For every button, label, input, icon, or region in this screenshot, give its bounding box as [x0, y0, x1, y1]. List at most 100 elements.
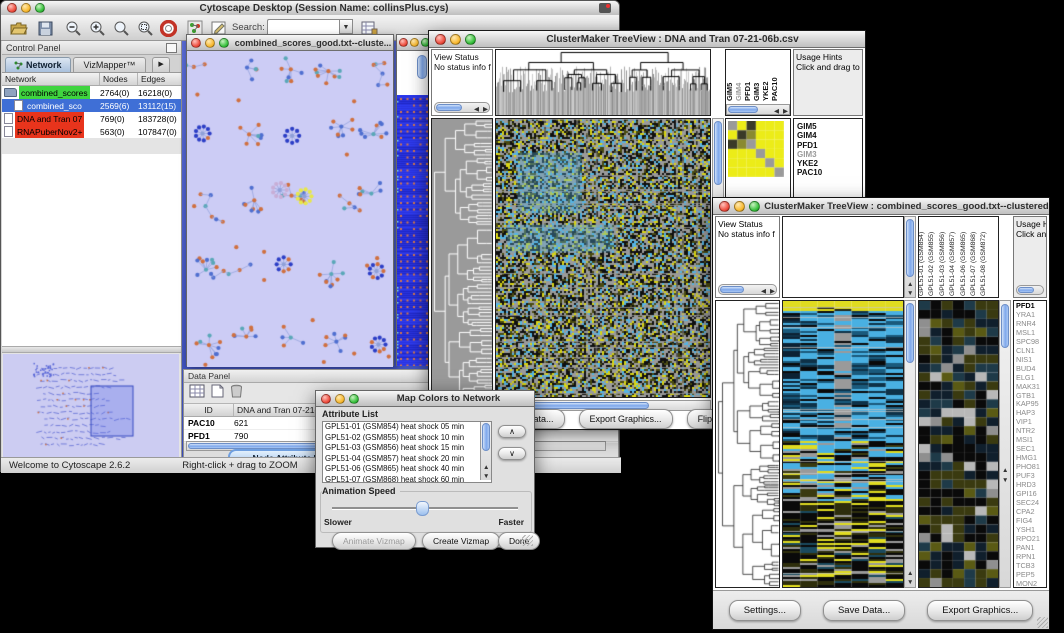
- scrollbar-thumb[interactable]: [1001, 304, 1009, 348]
- tab-network[interactable]: Network: [5, 57, 71, 72]
- move-down-button[interactable]: ∨: [498, 447, 526, 460]
- scroll-down-arrow[interactable]: ▼: [483, 473, 489, 480]
- export-graphics-button[interactable]: Export Graphics...: [927, 600, 1033, 621]
- zoom-button[interactable]: [465, 34, 476, 45]
- network-table-row[interactable]: combined_scores2764(0)16218(0): [2, 86, 181, 99]
- tab-vizmapper[interactable]: VizMapper™: [73, 57, 147, 72]
- attribute-list-item[interactable]: GPL51-06 (GSM865) heat shock 40 min: [325, 464, 491, 475]
- scroll-down-arrow[interactable]: ▼: [907, 579, 913, 586]
- network-table-row[interactable]: RNAPuberNov2+563(0)107847(0): [2, 125, 181, 138]
- attribute-list-item[interactable]: GPL51-04 (GSM857) heat shock 20 min: [325, 454, 491, 465]
- zoom-button[interactable]: [749, 201, 760, 212]
- zoom-selected-icon[interactable]: [109, 17, 133, 39]
- network-table-row[interactable]: DNA and Tran 07769(0)183728(0): [2, 112, 181, 125]
- scroll-left-arrow[interactable]: ◀: [761, 287, 766, 295]
- scrollbar-thumb[interactable]: [906, 303, 914, 363]
- network-name-cell[interactable]: combined_scores: [2, 86, 100, 99]
- close-button[interactable]: [719, 201, 730, 212]
- zoom-button[interactable]: [35, 3, 45, 13]
- scroll-left-arrow[interactable]: ◀: [774, 107, 779, 115]
- close-button[interactable]: [7, 3, 17, 13]
- speed-slider-thumb[interactable]: [416, 501, 429, 516]
- zoom-vscrollbar[interactable]: ▲ ▼: [999, 300, 1011, 588]
- scrollbar-thumb[interactable]: [1018, 287, 1034, 293]
- attribute-select-icon[interactable]: [189, 384, 205, 403]
- column-dendrogram-panel[interactable]: [495, 49, 711, 116]
- attribute-list-item[interactable]: GPL51-03 (GSM856) heat shock 15 min: [325, 443, 491, 454]
- move-up-button[interactable]: ∧: [498, 425, 526, 438]
- delete-attribute-icon[interactable]: [230, 384, 243, 403]
- scroll-right-arrow[interactable]: ▶: [483, 105, 488, 113]
- network-name-cell[interactable]: DNA and Tran 07: [2, 112, 100, 125]
- minimize-button[interactable]: [205, 38, 215, 48]
- settings-button[interactable]: Settings...: [729, 600, 801, 621]
- minimize-button[interactable]: [335, 394, 345, 404]
- search-dropdown-button[interactable]: ▼: [339, 19, 353, 34]
- hscrollbar[interactable]: ◀ ▶: [726, 104, 790, 115]
- network-name-cell[interactable]: combined_sco: [2, 99, 100, 112]
- scrollbar-thumb[interactable]: [720, 286, 744, 293]
- panel-splitter[interactable]: [2, 346, 181, 353]
- attribute-list-item[interactable]: GPL51-07 (GSM868) heat shock 60 min: [325, 475, 491, 483]
- col-header-network[interactable]: Network: [2, 73, 100, 85]
- data-col-id[interactable]: ID: [184, 404, 234, 416]
- resize-grip[interactable]: [1037, 617, 1048, 628]
- more-tabs-button[interactable]: ▶: [152, 57, 169, 72]
- global-heatmap-panel[interactable]: [495, 118, 711, 398]
- scroll-right-arrow[interactable]: ▶: [783, 107, 788, 115]
- scrollbar-thumb[interactable]: [906, 219, 914, 277]
- scrollbar-thumb[interactable]: [436, 104, 462, 111]
- scrollbar-thumb[interactable]: [714, 121, 722, 185]
- attribute-list[interactable]: GPL51-01 (GSM854) heat shock 05 minGPL51…: [322, 421, 492, 483]
- export-graphics-button[interactable]: Export Graphics...: [579, 409, 673, 429]
- scroll-up-arrow[interactable]: ▲: [483, 464, 489, 471]
- close-button[interactable]: [399, 38, 408, 47]
- save-data-button[interactable]: Save Data...: [823, 600, 905, 621]
- minimize-button[interactable]: [21, 3, 31, 13]
- open-session-button[interactable]: [7, 17, 31, 39]
- zoom-heatmap-panel[interactable]: [918, 300, 999, 588]
- network-overview-canvas[interactable]: [3, 354, 179, 458]
- global-heatmap-panel[interactable]: [782, 300, 904, 588]
- resize-grip[interactable]: [522, 535, 533, 546]
- help-lifering-icon[interactable]: [156, 17, 180, 39]
- hscrollbar[interactable]: ◀ ▶: [718, 284, 777, 295]
- float-panel-icon[interactable]: [166, 43, 177, 53]
- scroll-down-arrow[interactable]: ▼: [1002, 477, 1008, 484]
- network-canvas[interactable]: [187, 51, 393, 367]
- list-vscrollbar[interactable]: ▲ ▼: [480, 422, 491, 480]
- network-table-row[interactable]: combined_sco2569(6)13112(15): [2, 99, 181, 112]
- main-titlebar[interactable]: Cytoscape Desktop (Session Name: collins…: [1, 1, 619, 16]
- save-session-button[interactable]: [33, 17, 57, 39]
- close-button[interactable]: [321, 394, 331, 404]
- animate-vizmap-button[interactable]: Animate Vizmap: [332, 532, 416, 550]
- heatmap-vscrollbar[interactable]: ▲ ▼: [904, 300, 916, 588]
- attribute-list-item[interactable]: GPL51-01 (GSM854) heat shock 05 min: [325, 422, 491, 433]
- zoom-fit-icon[interactable]: [133, 17, 157, 39]
- zoom-button[interactable]: [219, 38, 229, 48]
- create-vizmap-button[interactable]: Create Vizmap: [422, 532, 500, 550]
- scrollbar-thumb[interactable]: [417, 55, 427, 79]
- close-button[interactable]: [435, 34, 446, 45]
- zoom-button[interactable]: [349, 394, 359, 404]
- hscrollbar[interactable]: [1016, 285, 1044, 295]
- attribute-list-item[interactable]: GPL51-02 (GSM855) heat shock 10 min: [325, 433, 491, 444]
- top-vscrollbar[interactable]: ▲ ▼: [904, 216, 916, 298]
- col-header-edges[interactable]: Edges: [138, 73, 181, 85]
- scrollbar-thumb[interactable]: [482, 423, 490, 451]
- hscrollbar[interactable]: ◀ ▶: [434, 102, 490, 113]
- scroll-down-arrow[interactable]: ▼: [907, 290, 913, 297]
- network-name-cell[interactable]: RNAPuberNov2+: [2, 125, 100, 138]
- row-dendrogram-panel[interactable]: [715, 300, 780, 588]
- minimize-button[interactable]: [410, 38, 419, 47]
- zoom-out-icon[interactable]: [61, 17, 85, 39]
- scroll-up-arrow[interactable]: ▲: [907, 281, 913, 288]
- zoom-in-icon[interactable]: [85, 17, 109, 39]
- minimize-button[interactable]: [450, 34, 461, 45]
- new-attribute-icon[interactable]: [211, 384, 224, 403]
- done-button[interactable]: Done: [498, 532, 540, 550]
- scroll-left-arrow[interactable]: ◀: [474, 105, 479, 113]
- row-dendrogram-panel[interactable]: [431, 118, 493, 398]
- scroll-right-arrow[interactable]: ▶: [770, 287, 775, 295]
- col-header-nodes[interactable]: Nodes: [100, 73, 138, 85]
